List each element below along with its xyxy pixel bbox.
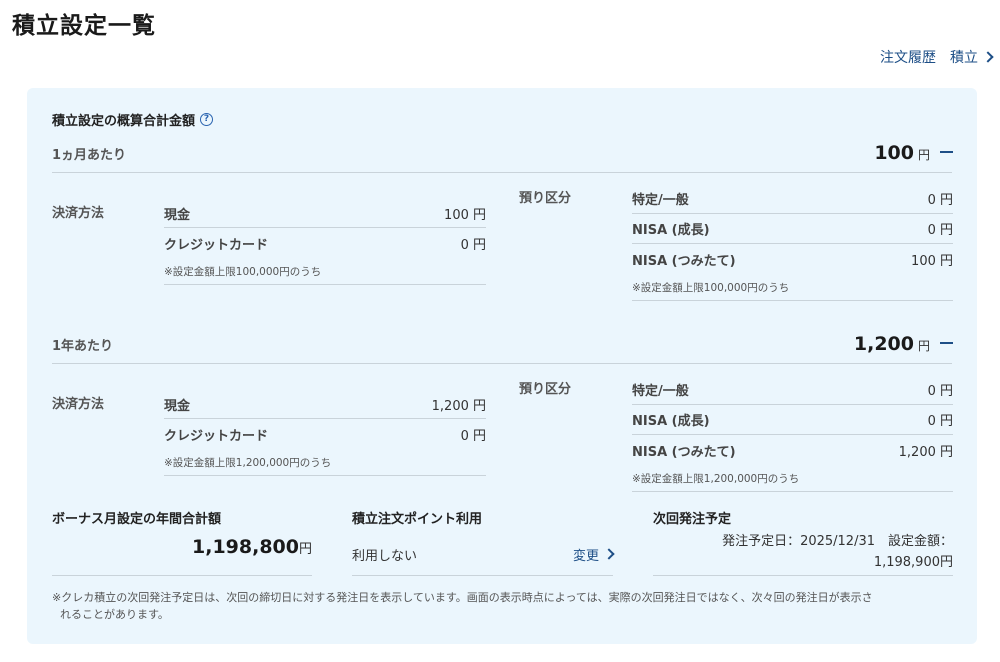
list-item: NISA (成長) 0 円 [632,405,953,435]
list-item: NISA (成長) 0 円 [632,214,953,244]
monthly-settlement-label: 決済方法 [52,206,105,221]
custody-amount: 100 円 [911,253,953,269]
list-item: 特定/一般 0 円 [632,184,953,214]
yearly-label: 1年あたり [52,339,114,354]
settlement-name: クレジットカード [164,428,269,444]
summary-title-text: 積立設定の概算合計金額 [52,114,196,129]
custody-limit-note: ※設定金額上限100,000円のうち [632,274,953,301]
change-label: 変更 [572,549,599,564]
bonus-amount-value: 1,198,800 [192,536,299,558]
list-item: 現金 100 円 [164,200,486,228]
list-item: 現金 1,200 円 [164,391,486,419]
footnote: ※クレカ積立の次回発注予定日は、次回の締切日に対する発注日を表示しています。画面… [52,589,957,623]
tsumitate-link[interactable]: 積立 [950,47,994,67]
list-item: クレジットカード 0 円 [164,419,486,449]
monthly-settlement-list: 現金 100 円 クレジットカード 0 円 ※設定金額上限100,000円のうち [164,200,486,285]
custody-name: NISA (成長) [632,223,710,238]
custody-amount: 0 円 [927,384,953,399]
settlement-amount: 1,200 円 [431,399,486,414]
list-item: NISA (つみたて) 1,200 円 [632,435,953,465]
monthly-custody-label: 預り区分 [519,191,572,206]
help-icon[interactable]: ? [200,113,214,126]
custody-amount: 0 円 [927,414,953,429]
next-order-info: 発注予定日：2025/12/31 設定金額： 1,198,900円 [653,531,953,576]
yearly-settlement-list: 現金 1,200 円 クレジットカード 0 円 ※設定金額上限1,200,000… [164,391,486,476]
settlement-limit-note: ※設定金額上限1,200,000円のうち [164,449,486,476]
points-title: 積立注文ポイント利用 [352,512,483,527]
summary-panel: 積立設定の概算合計金額 ? 1ヵ月あたり 100 円 決済方法 現金 100 円… [27,88,977,644]
footnote-line-1: ※クレカ積立の次回発注予定日は、次回の締切日に対する発注日を表示しています。画面… [52,591,873,604]
yearly-total-value: 1,200 [853,333,914,355]
page-title: 積立設定一覧 [12,13,156,39]
collapse-yearly-icon[interactable] [940,342,953,344]
monthly-label: 1ヵ月あたり [52,148,127,163]
list-item: NISA (つみたて) 100 円 [632,244,953,274]
divider [52,172,952,173]
settlement-limit-note: ※設定金額上限100,000円のうち [164,258,486,285]
list-item: 特定/一般 0 円 [632,375,953,405]
summary-title: 積立設定の概算合計金額 ? [52,110,214,129]
monthly-total-yen: 円 [917,148,930,162]
custody-name: NISA (つみたて) [632,253,736,269]
yearly-total-yen: 円 [917,339,930,353]
order-history-link[interactable]: 注文履歴 [880,47,936,67]
next-order-title: 次回発注予定 [653,512,732,527]
yearly-custody-label: 預り区分 [519,382,572,397]
bonus-title: ボーナス月設定の年間合計額 [52,512,222,527]
custody-amount: 0 円 [927,223,953,238]
yearly-custody-list: 特定/一般 0 円 NISA (成長) 0 円 NISA (つみたて) 1,20… [632,375,953,492]
custody-limit-note: ※設定金額上限1,200,000円のうち [632,465,953,492]
top-links: 注文履歴 積立 [880,47,994,67]
custody-name: 特定/一般 [632,193,689,208]
settlement-amount: 100 円 [444,208,486,223]
custody-amount: 1,200 円 [898,444,953,460]
custody-amount: 0 円 [927,193,953,208]
settlement-amount: 0 円 [460,428,486,444]
settlement-name: クレジットカード [164,237,269,253]
monthly-total: 100 円 [874,142,953,164]
footnote-line-2: れることがあります。 [60,608,169,621]
monthly-total-value: 100 [874,142,914,164]
yearly-total: 1,200 円 [854,333,953,355]
points-row: 利用しない 変更 [352,534,615,576]
yearly-settlement-label: 決済方法 [52,397,105,412]
next-order-date: 発注予定日：2025/12/31 設定金額： [722,534,953,549]
custody-name: 特定/一般 [632,384,689,399]
settlement-name: 現金 [164,399,191,414]
collapse-monthly-icon[interactable] [940,151,953,153]
chevron-right-icon [982,51,994,63]
settlement-amount: 0 円 [460,237,486,253]
next-order-amount: 1,198,900円 [873,555,953,570]
settlement-name: 現金 [164,208,191,223]
bonus-amount-yen: 円 [298,542,312,557]
list-item: クレジットカード 0 円 [164,228,486,258]
bonus-amount: 1,198,800円 [52,536,312,576]
custody-name: NISA (つみたて) [632,444,736,460]
change-button[interactable]: 変更 [572,545,615,564]
tsumitate-link-label: 積立 [950,50,978,66]
points-value: 利用しない [352,549,418,564]
chevron-right-icon [603,547,615,560]
monthly-custody-list: 特定/一般 0 円 NISA (成長) 0 円 NISA (つみたて) 100 … [632,184,953,301]
divider [52,363,952,364]
custody-name: NISA (成長) [632,414,710,429]
